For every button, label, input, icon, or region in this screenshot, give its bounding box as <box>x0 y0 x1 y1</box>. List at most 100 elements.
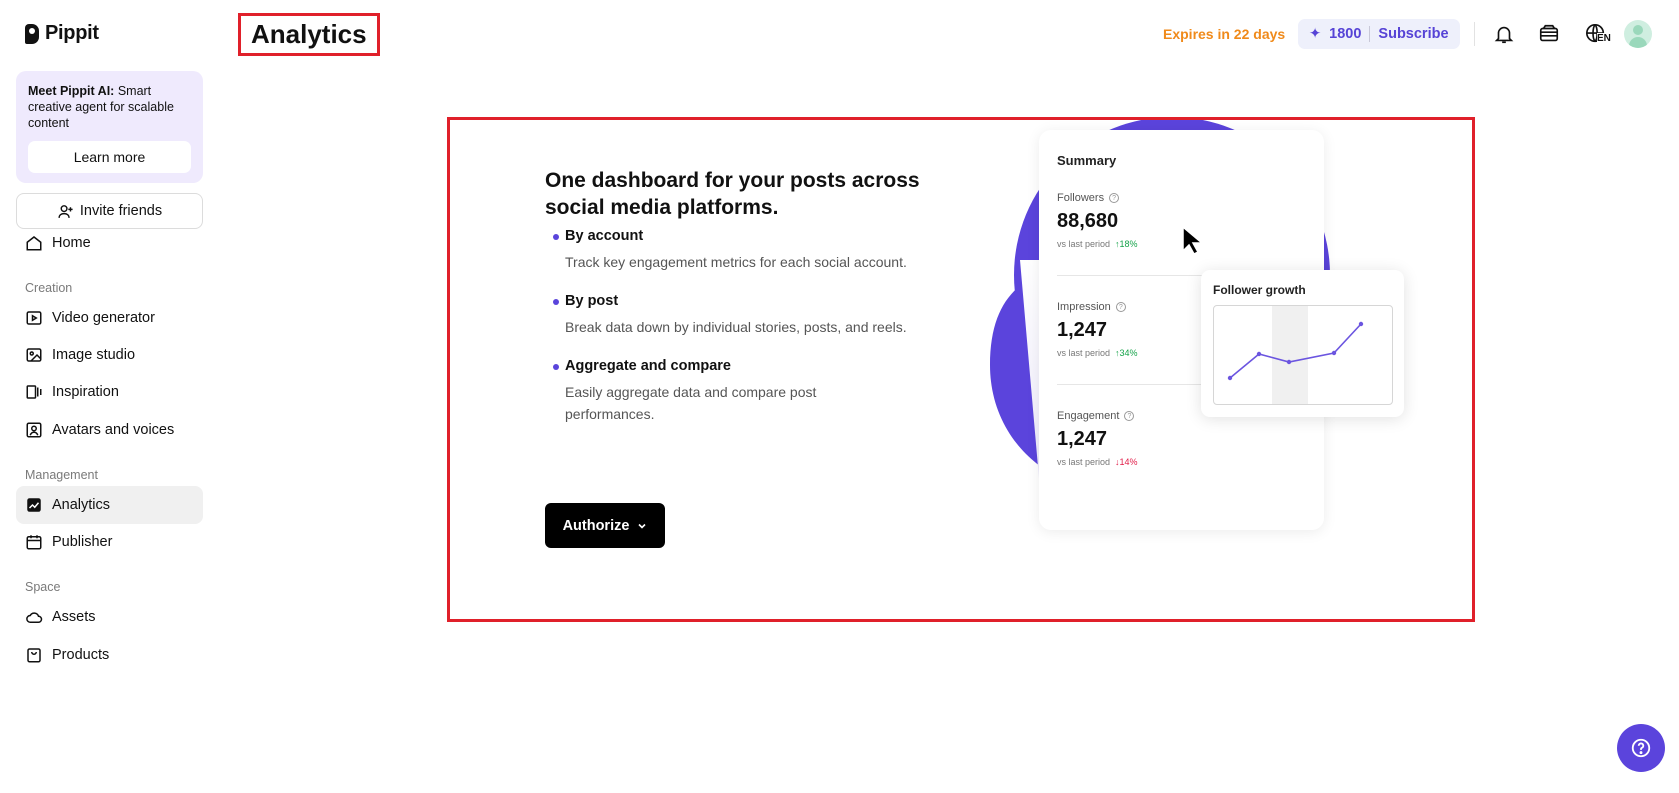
sidebar-item-inspiration[interactable]: Inspiration <box>16 373 203 411</box>
learn-more-button[interactable]: Learn more <box>28 141 191 173</box>
bag-icon <box>27 648 41 663</box>
sidebar-item-assets[interactable]: Assets <box>16 598 203 636</box>
feature-desc: Easily aggregate data and compare post p… <box>565 384 817 422</box>
chart-point <box>1227 375 1233 381</box>
chart-highlight-band <box>1272 306 1308 404</box>
feature-item: By post Break data down by individual st… <box>553 293 953 338</box>
metric-vs: vs last period <box>1057 239 1111 249</box>
help-icon: ? <box>1124 411 1135 421</box>
sidebar-item-label: Assets <box>52 609 96 625</box>
logo[interactable]: Pippit <box>25 22 99 45</box>
metric-vs: vs last period <box>1057 348 1111 358</box>
page-title: Analytics <box>238 13 380 56</box>
metric-label: Engagement <box>1057 410 1120 422</box>
sidebar-item-label: Publisher <box>52 534 113 550</box>
calendar-icon <box>26 535 42 550</box>
feature-title: By post <box>553 293 953 309</box>
sidebar-item-avatars-voices[interactable]: Avatars and voices <box>16 411 203 449</box>
analytics-icon <box>27 498 41 512</box>
promo-card: Meet Pippit AI: Smart creative agent for… <box>16 71 203 183</box>
help-icon: ? <box>1115 302 1126 312</box>
credits-divider <box>1369 26 1371 42</box>
credits-badge[interactable]: ✦ 1800 Subscribe <box>1298 19 1460 49</box>
feature-item: Aggregate and compare Easily aggregate d… <box>553 358 853 425</box>
metric-value: 88,680 <box>1057 210 1119 232</box>
sidebar-item-label: Home <box>52 235 91 251</box>
feature-title: By account <box>553 228 953 244</box>
logo-text: Pippit <box>45 22 99 44</box>
image-icon <box>26 348 42 362</box>
logo-icon <box>25 23 39 44</box>
credits-count: 1800 <box>1329 26 1362 42</box>
authorize-button[interactable]: Authorize <box>545 503 665 548</box>
chart-point <box>1286 359 1292 365</box>
sidebar-item-video-generator[interactable]: Video generator <box>16 299 203 337</box>
growth-line-chart <box>1227 306 1364 404</box>
metric-change: ↑34% <box>1115 348 1138 358</box>
metric-followers: Followers? 88,680 vs last period ↑18% <box>1057 192 1138 249</box>
avatar[interactable] <box>1624 20 1652 48</box>
metric-value: 1,247 <box>1057 428 1108 450</box>
subscribe-link[interactable]: Subscribe <box>1378 26 1448 42</box>
sidebar-item-home[interactable]: Home <box>16 224 203 262</box>
help-icon: ? <box>1109 193 1120 203</box>
sparkle-icon: ✦ <box>1309 26 1322 42</box>
section-management: Management <box>25 468 98 482</box>
metric-label-row: Impression? <box>1057 301 1138 313</box>
section-space: Space <box>25 580 61 594</box>
help-button[interactable] <box>1617 724 1665 772</box>
home-icon <box>26 236 42 251</box>
feature-desc: Track key engagement metrics for each so… <box>565 254 907 270</box>
notification-button[interactable] <box>1492 22 1516 46</box>
section-creation: Creation <box>25 281 73 295</box>
metric-impression: Impression? 1,247 vs last period ↑34% <box>1057 301 1138 358</box>
add-user-icon <box>58 204 73 218</box>
follower-growth-card: Follower growth <box>1201 270 1404 417</box>
cloud-icon <box>26 612 43 623</box>
header-divider <box>1474 22 1475 46</box>
authorize-label: Authorize <box>562 517 630 534</box>
chart-point <box>1331 350 1337 356</box>
bell-icon <box>1494 26 1514 44</box>
chart-point <box>1358 321 1364 327</box>
metric-sub: vs last period ↑34% <box>1057 348 1138 358</box>
help-icon <box>1631 738 1651 758</box>
cursor-icon <box>1182 225 1205 255</box>
promo-bold: Meet Pippit AI: <box>28 84 115 98</box>
sidebar-item-label: Products <box>52 647 110 663</box>
wallet-icon <box>1539 24 1559 42</box>
sidebar-item-analytics[interactable]: Analytics <box>16 486 203 524</box>
headline: One dashboard for your posts across soci… <box>545 169 920 219</box>
metric-label: Impression <box>1057 301 1111 313</box>
metric-value: 1,247 <box>1057 319 1108 341</box>
metric-change: ↓14% <box>1115 457 1138 467</box>
metric-engagement: Engagement? 1,247 vs last period ↓14% <box>1057 410 1138 467</box>
avatar-icon <box>26 422 42 438</box>
wallet-button[interactable] <box>1537 22 1561 46</box>
analytics-intro-panel: One dashboard for your posts across soci… <box>447 117 1475 622</box>
metric-vs: vs last period <box>1057 457 1111 467</box>
sidebar-item-label: Image studio <box>52 347 136 363</box>
sidebar-item-label: Inspiration <box>52 384 119 400</box>
sidebar-item-label: Video generator <box>52 310 155 326</box>
chart-point <box>1256 351 1262 357</box>
language-button[interactable]: EN <box>1581 22 1611 46</box>
sidebar-item-image-studio[interactable]: Image studio <box>16 336 203 374</box>
metric-change: ↑18% <box>1115 239 1138 249</box>
language-code: EN <box>1597 33 1611 44</box>
metric-label-row: Engagement? <box>1057 410 1138 422</box>
sidebar-item-products[interactable]: Products <box>16 636 203 674</box>
growth-chart <box>1213 305 1393 405</box>
metric-sub: vs last period ↑18% <box>1057 239 1138 249</box>
inspiration-icon <box>26 385 42 399</box>
feature-item: By account Track key engagement metrics … <box>553 228 953 273</box>
expiry-notice: Expires in 22 days <box>1163 26 1286 42</box>
video-icon <box>26 311 42 325</box>
feature-title: Aggregate and compare <box>553 358 853 374</box>
sidebar-item-publisher[interactable]: Publisher <box>16 523 203 561</box>
promo-text: Meet Pippit AI: Smart creative agent for… <box>28 83 191 131</box>
growth-title: Follower growth <box>1213 283 1306 297</box>
metric-sub: vs last period ↓14% <box>1057 457 1138 467</box>
metric-label: Followers <box>1057 192 1105 204</box>
sidebar: Pippit Meet Pippit AI: Smart creative ag… <box>0 0 212 793</box>
